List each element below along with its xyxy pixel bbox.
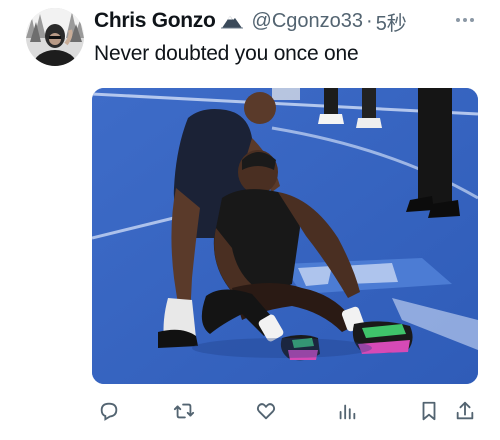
more-horizontal-icon[interactable] bbox=[452, 10, 478, 30]
separator-dot: · bbox=[366, 9, 373, 32]
timestamp[interactable]: 5秒 bbox=[376, 7, 407, 36]
tweet[interactable]: Chris Gonzo @Cgonzo33 · 5秒 Never doubted… bbox=[0, 0, 500, 440]
tweet-header: Chris Gonzo @Cgonzo33 · 5秒 bbox=[94, 7, 407, 36]
reply-icon[interactable] bbox=[95, 396, 123, 426]
avatar[interactable] bbox=[26, 8, 84, 66]
bookmark-icon[interactable] bbox=[415, 396, 443, 426]
heart-icon[interactable] bbox=[252, 396, 280, 426]
avatar-image bbox=[26, 8, 84, 66]
tweet-action-bar bbox=[0, 396, 500, 430]
share-icon[interactable] bbox=[451, 396, 479, 426]
basketball-court-photo bbox=[92, 88, 478, 384]
tweet-text: Never doubted you once one bbox=[94, 42, 359, 65]
user-handle[interactable]: @Cgonzo33 bbox=[252, 10, 363, 33]
tweet-media-image[interactable] bbox=[92, 88, 478, 384]
mountain-icon bbox=[220, 13, 244, 29]
retweet-icon[interactable] bbox=[170, 396, 198, 426]
display-name[interactable]: Chris Gonzo bbox=[94, 9, 216, 33]
views-bar-chart-icon[interactable] bbox=[333, 396, 361, 426]
